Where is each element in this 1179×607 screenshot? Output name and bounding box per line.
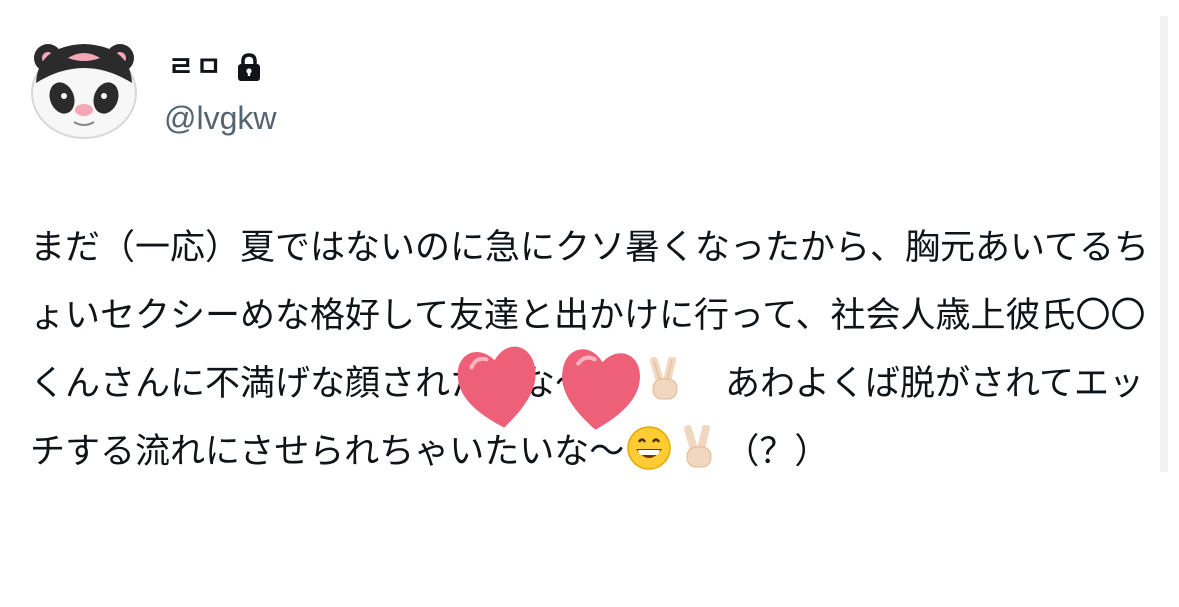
author-display-name[interactable]: ㄹㅁ xyxy=(168,50,224,84)
grinning-face-emoji-icon xyxy=(592,357,638,403)
avatar[interactable] xyxy=(28,38,140,140)
victory-hand-emoji-icon xyxy=(642,356,688,403)
grinning-face-emoji-icon xyxy=(626,425,672,471)
panda-avatar-icon xyxy=(31,44,137,139)
tweet-text: まだ（一応）夏ではないのに急にクソ暑くなったから、胸元あいてるちょいセクシーめな… xyxy=(30,214,1160,486)
lock-icon xyxy=(236,52,262,82)
victory-hand-emoji-icon xyxy=(676,424,722,471)
tweet-text-part-3: （？） xyxy=(724,432,830,472)
author-handle[interactable]: @lvgkw xyxy=(164,98,277,138)
author-name-row[interactable]: ㄹㅁ xyxy=(168,50,262,84)
scrollbar-track[interactable] xyxy=(1160,16,1168,472)
